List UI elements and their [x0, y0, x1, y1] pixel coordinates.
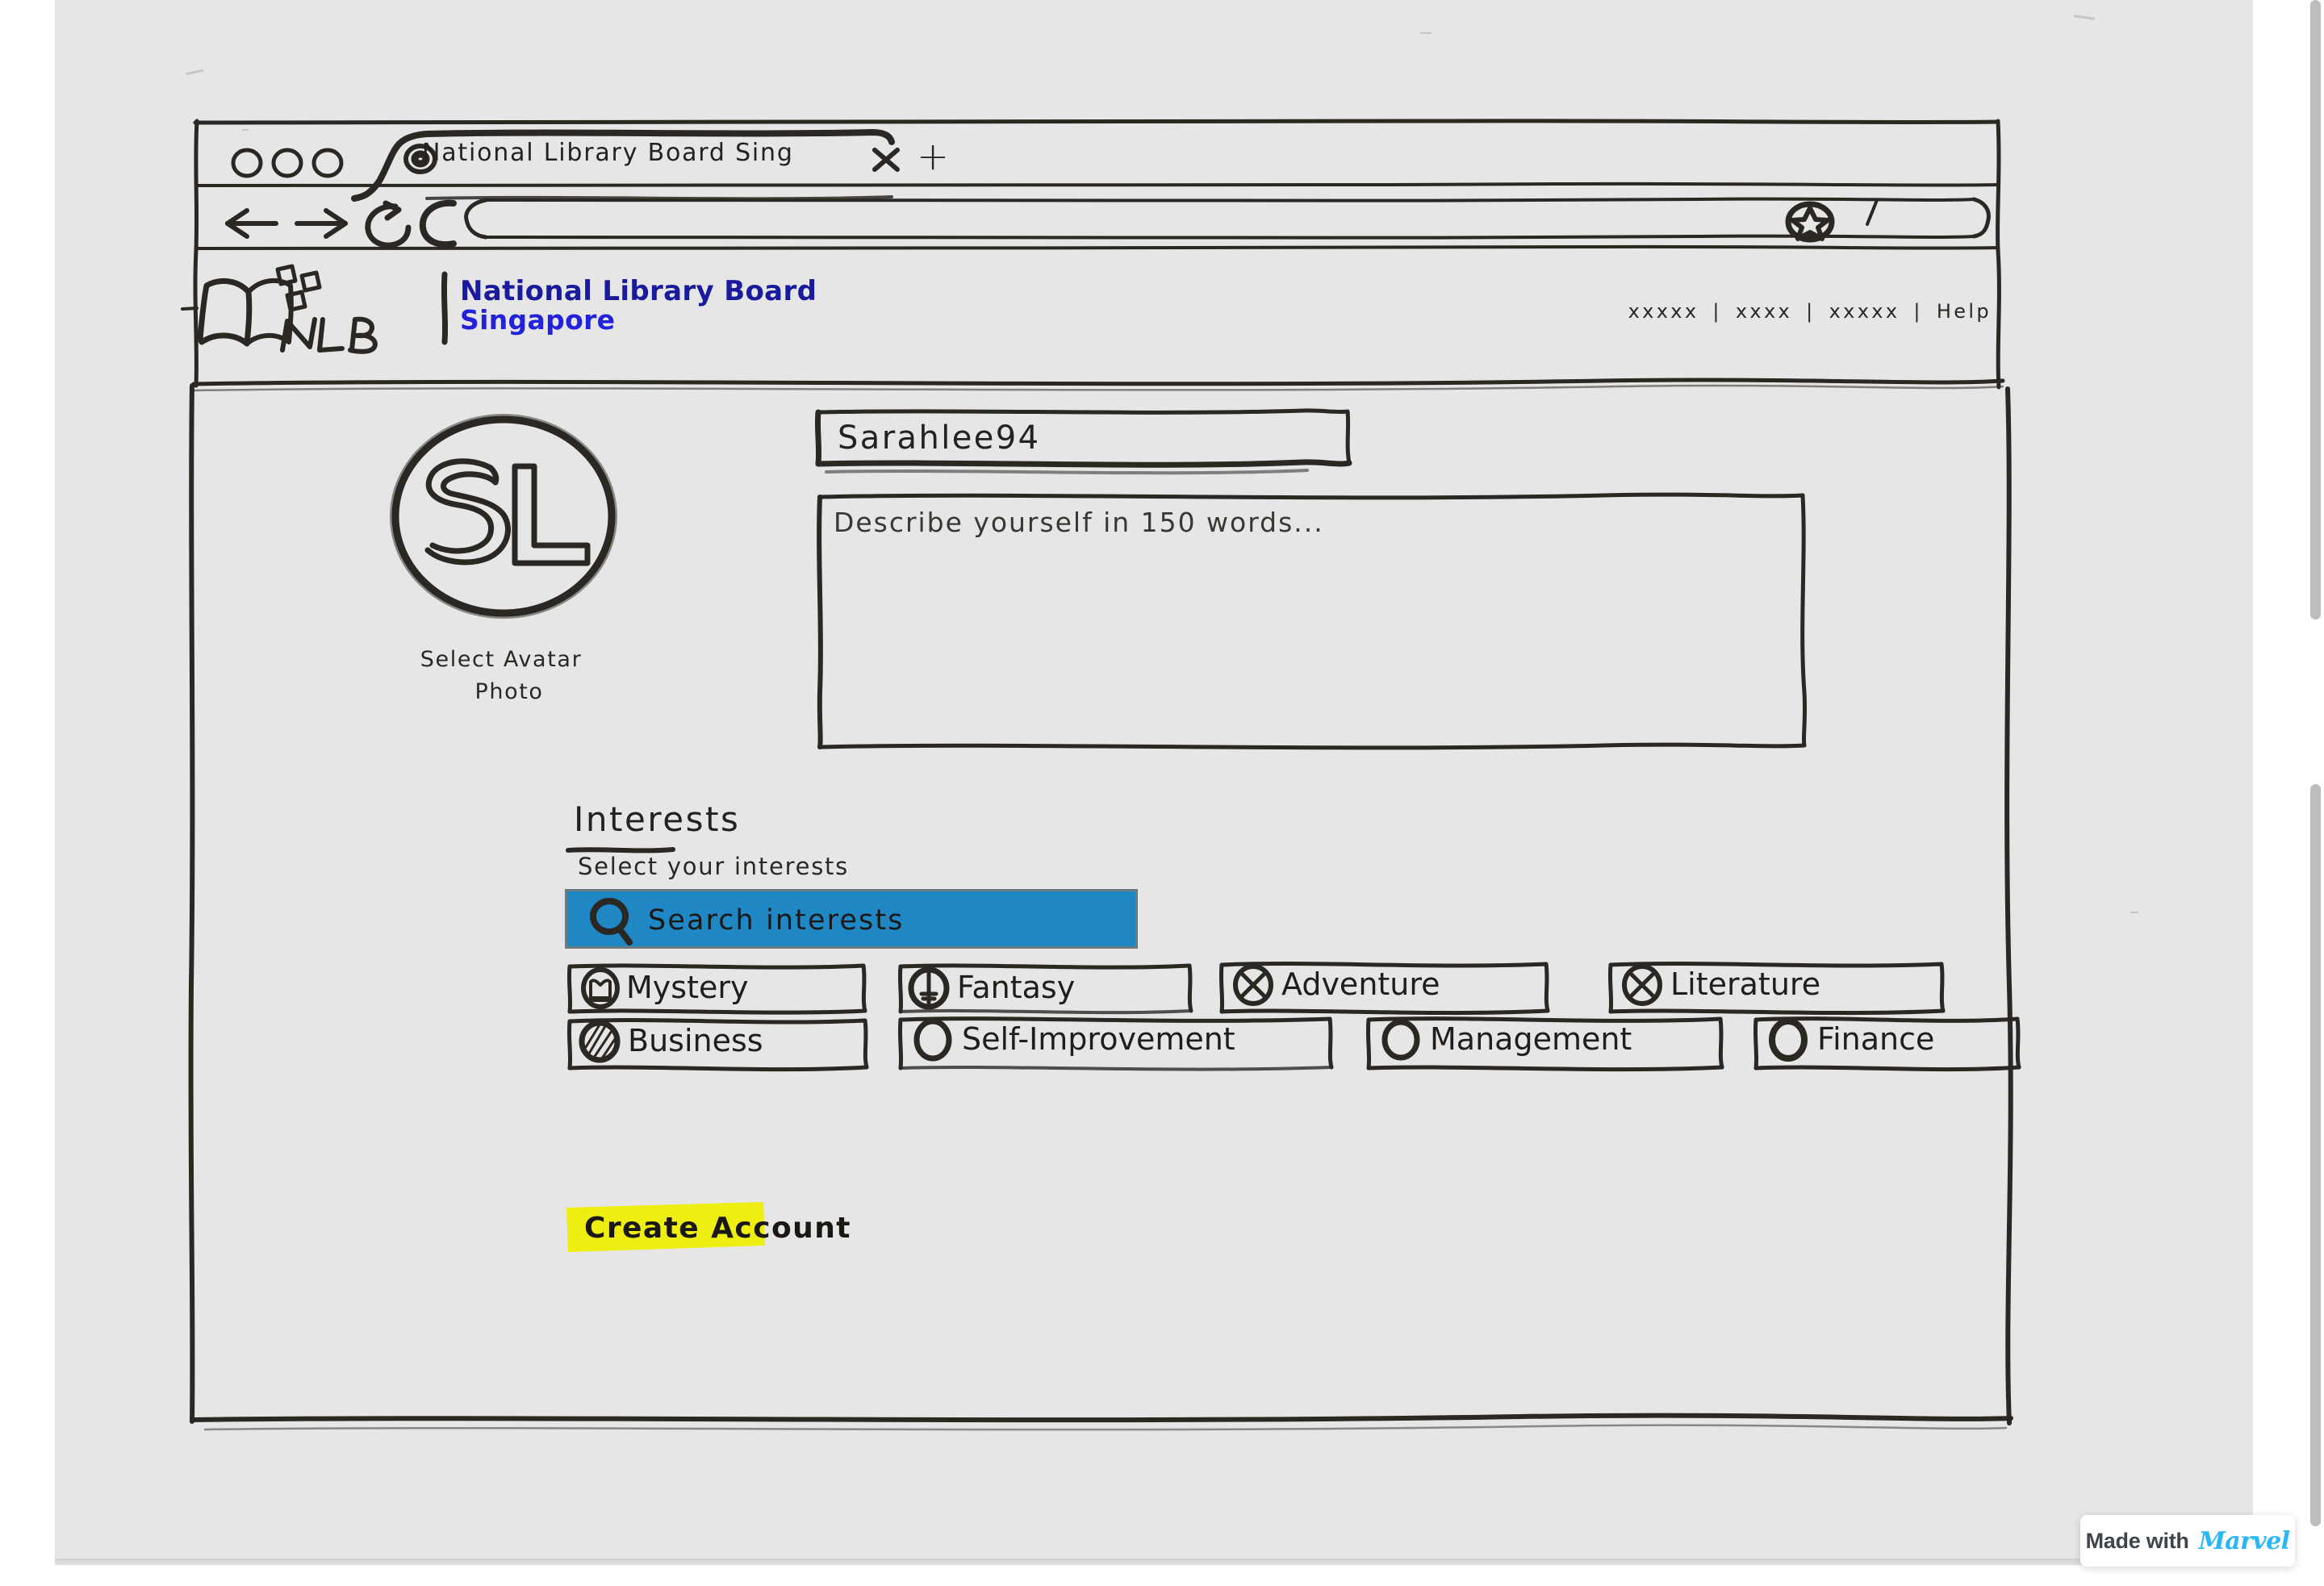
nlb-logo-icon[interactable]: [192, 264, 353, 361]
chip-label: Self-Improvement: [962, 1021, 1235, 1058]
marvel-wordmark: Marvel: [2198, 1526, 2290, 1555]
url-input[interactable]: [458, 195, 1992, 245]
toolbar-tick-mark: [1862, 197, 1887, 229]
back-arrow-icon[interactable]: [223, 203, 282, 244]
x-circle-icon: [1231, 963, 1275, 1007]
screenshot-canvas: National Library Board Sing + National L…: [0, 0, 2324, 1586]
interest-chip-literature[interactable]: Literature: [1604, 958, 1950, 1016]
empty-circle-icon: [1380, 1018, 1422, 1062]
scrollbar-thumb-lower[interactable]: [2310, 784, 2321, 1526]
interests-heading: Interests: [574, 799, 741, 839]
made-with-label: Made with: [2085, 1528, 2189, 1553]
interest-chip-business[interactable]: Business: [565, 1015, 872, 1072]
nav-item-3[interactable]: xxxxx: [1829, 300, 1900, 323]
star-icon[interactable]: [1778, 200, 1842, 245]
made-with-marvel-badge[interactable]: Made with Marvel: [2080, 1515, 2295, 1567]
hatched-circle-icon: [578, 1020, 621, 1063]
brand-line-secondary: Singapore: [460, 303, 616, 336]
create-account-label: Create Account: [584, 1212, 851, 1245]
traffic-light-minimize-icon[interactable]: [268, 145, 307, 181]
page-scrollbar-track[interactable]: [2253, 0, 2324, 1586]
nav-item-1[interactable]: xxxxx: [1628, 300, 1699, 323]
empty-circle-icon: [912, 1018, 954, 1062]
book-circle-icon: [579, 967, 621, 1009]
bio-placeholder-text: Describe yourself in 150 words...: [834, 507, 1324, 538]
avatar-caption-line-2: Photo: [474, 679, 544, 704]
interest-chip-fantasy[interactable]: Fantasy: [896, 962, 1196, 1015]
interest-chip-mystery[interactable]: Mystery: [565, 962, 870, 1015]
create-account-button[interactable]: Create Account: [565, 1200, 851, 1252]
site-header: National Library Board Singapore xxxxx |…: [181, 253, 2001, 386]
traffic-light-close-icon[interactable]: [228, 145, 266, 181]
browser-tab-bar: National Library Board Sing +: [200, 127, 2001, 202]
nlb-logo-wordmark: [278, 311, 391, 360]
chip-label: Business: [628, 1023, 763, 1059]
page-body: Select Avatar Photo Sarahlee94 Describe …: [200, 387, 2021, 1454]
chip-label: Adventure: [1281, 966, 1440, 1003]
interest-chip-finance[interactable]: Finance: [1749, 1013, 2024, 1072]
browser-tab-title: National Library Board Sing: [422, 139, 794, 167]
chip-label: Fantasy: [957, 970, 1076, 1006]
avatar-caption-line-1: Select Avatar: [420, 647, 583, 672]
x-circle-icon: [1620, 963, 1664, 1007]
interest-chip-self-improvement[interactable]: Self-Improvement: [894, 1013, 1336, 1071]
sword-circle-icon: [907, 966, 951, 1010]
forward-arrow-icon[interactable]: [292, 203, 352, 244]
interest-chip-management[interactable]: Management: [1362, 1013, 1727, 1072]
chip-label: Finance: [1817, 1021, 1935, 1058]
new-tab-button[interactable]: +: [917, 134, 951, 179]
tab-close-icon[interactable]: [870, 144, 902, 176]
nav-separator: |: [1806, 300, 1816, 323]
paper-speck: [1420, 32, 1432, 34]
username-value: Sarahlee94: [838, 419, 1041, 457]
brand-divider: [439, 271, 450, 345]
nav-item-2[interactable]: xxxx: [1736, 300, 1792, 323]
empty-circle-icon: [1767, 1018, 1809, 1062]
paper-bottom-edge: [55, 1559, 2253, 1567]
avatar-circle[interactable]: [386, 413, 628, 624]
chip-label: Literature: [1670, 966, 1821, 1003]
nav-separator: |: [1913, 300, 1923, 323]
scrollbar-thumb-upper[interactable]: [2310, 0, 2321, 620]
header-nav: xxxxx | xxxx | xxxxx | Help: [1475, 300, 1992, 323]
chip-label: Management: [1430, 1021, 1632, 1058]
avatar-group[interactable]: Select Avatar Photo: [386, 413, 644, 728]
interests-subtitle: Select your interests: [578, 853, 850, 880]
nav-separator: |: [1712, 300, 1722, 323]
search-interests-placeholder: Search interests: [648, 904, 905, 937]
chip-label: Mystery: [626, 970, 749, 1006]
browser-toolbar: [200, 192, 2001, 252]
traffic-light-maximize-icon[interactable]: [308, 145, 347, 181]
avatar-initials-icon: [416, 452, 602, 589]
browser-window: National Library Board Sing + National L…: [181, 119, 2021, 1457]
nav-item-help[interactable]: Help: [1937, 300, 1992, 323]
brand-line-primary: National Library Board: [460, 275, 817, 307]
paper-speck: [2130, 912, 2138, 913]
brand-text: National Library Board Singapore: [460, 275, 817, 336]
reload-icon[interactable]: [358, 197, 463, 250]
interest-chip-adventure[interactable]: Adventure: [1215, 958, 1554, 1016]
